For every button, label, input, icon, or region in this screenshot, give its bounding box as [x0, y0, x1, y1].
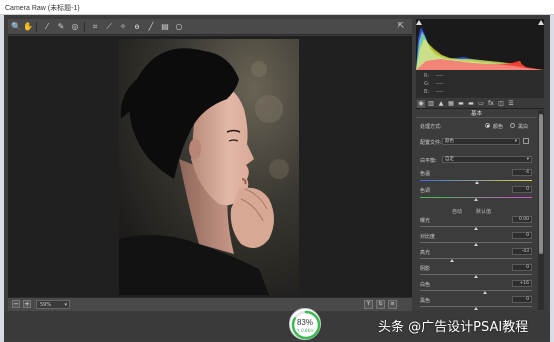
basic-panel: 基本 处理方式: 颜色 黑白 配置文件: 颜色 ▾ 白平衡: 自定 ▾ 色温 -… — [416, 110, 537, 310]
profile-select[interactable]: 颜色 ▾ — [442, 138, 520, 145]
zoom-out-button[interactable]: − — [12, 300, 20, 308]
color-sampler-icon[interactable]: ✎ — [56, 22, 66, 32]
contrast-field[interactable]: 0 — [512, 232, 532, 239]
white-balance-select[interactable]: 自定 ▾ — [442, 156, 532, 163]
profile-browser-icon[interactable] — [523, 138, 529, 144]
exposure-slider-thumb[interactable] — [474, 227, 478, 230]
fullscreen-icon[interactable]: ⇱ — [396, 21, 406, 31]
treatment-color-label: 颜色 — [493, 124, 504, 130]
default-link[interactable]: 默认值 — [476, 208, 491, 215]
profile-value: 颜色 — [445, 139, 454, 144]
shadows-field[interactable]: 0 — [512, 264, 532, 271]
whites-slider[interactable] — [420, 290, 532, 291]
treatment-bw-radio[interactable] — [510, 123, 515, 128]
zoom-level-value: 59% — [40, 302, 52, 308]
highlights-field[interactable]: -43 — [512, 248, 532, 255]
before-after-button[interactable]: Y — [364, 300, 373, 309]
zoom-icon[interactable]: 🔍 — [11, 22, 21, 32]
temperature-label: 色温 — [420, 171, 431, 177]
crop-icon[interactable]: ⌗ — [90, 22, 100, 32]
contrast-label: 对比度 — [420, 234, 436, 240]
rgb-row-b: B: ---- — [424, 89, 444, 95]
tab-lens-corrections[interactable]: ▬ — [467, 100, 475, 108]
highlight-clipping-warning-icon[interactable] — [538, 20, 544, 25]
scrollbar-thumb[interactable] — [539, 114, 543, 254]
red-eye-icon[interactable]: ɵ — [132, 22, 142, 32]
panel-tabs: ◉ ▥ ▲ ▦ ▬ ▬ ▭ fx ◫ ☰ — [416, 99, 544, 109]
progress-badge: 83% ↑ 0.6K/s — [289, 308, 321, 340]
zoom-level-select[interactable]: 59% ▾ — [36, 300, 70, 309]
progress-percent: 83% — [296, 318, 313, 327]
highlights-slider-thumb[interactable] — [450, 259, 454, 262]
tab-effects[interactable]: fx — [487, 100, 495, 108]
tab-detail[interactable]: ▲ — [437, 100, 445, 108]
whites-field[interactable]: +16 — [512, 280, 532, 287]
profile-label: 配置文件: — [420, 140, 442, 146]
panel-scrollbar[interactable] — [538, 110, 544, 310]
radial-filter-icon[interactable]: ○ — [174, 22, 184, 32]
tab-hsl[interactable]: ▦ — [447, 100, 455, 108]
white-balance-label: 白平衡: — [420, 158, 437, 164]
white-balance-icon[interactable]: ⁄ — [42, 22, 52, 32]
tab-tone-curve[interactable]: ▥ — [427, 100, 435, 108]
treatment-color-radio[interactable] — [485, 123, 490, 128]
window-title: Camera Raw (未标题-1) — [5, 5, 80, 12]
exposure-label: 曝光 — [420, 218, 431, 224]
highlights-slider[interactable] — [420, 258, 532, 259]
panel-title: 基本 — [416, 110, 537, 118]
chevron-down-icon: ▾ — [514, 139, 517, 144]
treatment-bw-label: 黑白 — [518, 124, 529, 130]
shadow-clipping-warning-icon[interactable] — [416, 20, 422, 25]
exposure-field[interactable]: 0.00 — [512, 216, 532, 223]
straighten-icon[interactable]: ⟋ — [104, 22, 114, 32]
blacks-label: 黑色 — [420, 298, 431, 304]
shadows-label: 阴影 — [420, 266, 431, 272]
rgb-readout: R: ---- G: ---- B: ---- — [416, 70, 544, 98]
zoom-in-button[interactable]: + — [23, 300, 31, 308]
preview-preferences-button[interactable]: ≡ — [388, 300, 397, 309]
tint-field[interactable]: 0 — [512, 186, 532, 193]
target-adjust-icon[interactable]: ◎ — [70, 22, 80, 32]
tint-slider-thumb[interactable] — [474, 198, 478, 201]
temperature-slider-thumb[interactable] — [475, 181, 479, 184]
title-bar: Camera Raw (未标题-1) — [0, 0, 554, 15]
canvas-footer: − + 59% ▾ Y ⇅ ≡ — [8, 297, 412, 311]
tab-calibration[interactable]: ◫ — [497, 100, 505, 108]
blacks-slider-thumb[interactable] — [474, 307, 478, 310]
histogram — [416, 19, 544, 70]
tab-basic[interactable]: ◉ — [417, 100, 425, 108]
white-balance-value: 自定 — [445, 157, 454, 162]
watermark-text: 头条 @广告设计PSAI教程 — [378, 320, 529, 335]
auto-link[interactable]: 自动 — [452, 208, 462, 215]
tint-label: 色调 — [420, 188, 431, 194]
highlights-label: 高光 — [420, 250, 431, 256]
tab-split-toning[interactable]: ▬ — [457, 100, 465, 108]
treatment-label: 处理方式: — [420, 124, 442, 130]
contrast-slider-thumb[interactable] — [474, 243, 478, 246]
swap-settings-button[interactable]: ⇅ — [376, 300, 385, 309]
spot-removal-icon[interactable]: ✧ — [118, 22, 128, 32]
hand-icon[interactable]: ✋ — [23, 22, 33, 32]
shadows-slider-thumb[interactable] — [474, 275, 478, 278]
temperature-field[interactable]: -4 — [512, 169, 532, 176]
graduated-filter-icon[interactable]: ▤ — [160, 22, 170, 32]
upload-rate: ↑ 0.6K/s — [296, 328, 314, 333]
chevron-down-icon: ▾ — [526, 157, 529, 162]
rgb-row-g: G: ---- — [424, 81, 444, 87]
rgb-row-r: R: ---- — [424, 73, 444, 79]
whites-slider-thumb[interactable] — [483, 291, 487, 294]
chevron-down-icon: ▾ — [64, 302, 67, 308]
tab-transform[interactable]: ▭ — [477, 100, 485, 108]
tool-bar: 🔍 ✋ ⁄ ✎ ◎ ⌗ ⟋ ✧ ɵ ╱ ▤ ○ — [8, 19, 412, 35]
tab-presets[interactable]: ☰ — [507, 100, 515, 108]
blacks-field[interactable]: 0 — [512, 296, 532, 303]
portrait-photo[interactable] — [119, 39, 299, 295]
adjustment-brush-icon[interactable]: ╱ — [146, 22, 156, 32]
whites-label: 白色 — [420, 282, 431, 288]
